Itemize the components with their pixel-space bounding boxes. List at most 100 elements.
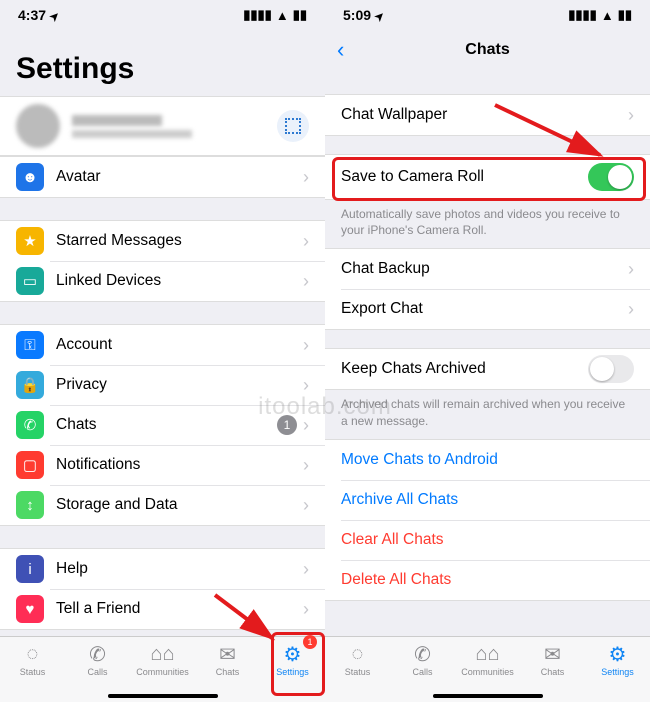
battery-icon: ▮▮ (618, 7, 632, 23)
row-label: Linked Devices (56, 272, 303, 290)
row-label: Avatar (56, 168, 303, 186)
linked-devices-row[interactable]: ▭ Linked Devices › (0, 261, 325, 301)
whatsapp-icon: ✆ (16, 411, 44, 439)
chats-row[interactable]: ✆ Chats 1 › (0, 405, 325, 445)
gear-icon: ⚙ (609, 643, 627, 665)
avatar-icon: ☻ (16, 163, 44, 191)
heart-icon: ♥ (16, 595, 44, 623)
location-icon (375, 7, 384, 23)
tab-bar: ◌Status ✆Calls ⌂⌂Communities ✉Chats ⚙Set… (325, 636, 650, 702)
chevron-icon: › (303, 455, 309, 476)
privacy-row[interactable]: 🔒 Privacy › (0, 365, 325, 405)
settings-screen: 4:37 ▮▮▮▮▲▮▮ Settings ☻ Avatar › ★ Starr… (0, 0, 325, 702)
chat-backup-row[interactable]: Chat Backup › (325, 249, 650, 289)
qr-button[interactable] (277, 110, 309, 142)
chevron-icon: › (303, 559, 309, 580)
chevron-icon: › (303, 167, 309, 188)
chevron-icon: › (303, 271, 309, 292)
gear-icon: ⚙ (284, 643, 302, 665)
keep-description: Archived chats will remain archived when… (325, 390, 650, 438)
chat-wallpaper-row[interactable]: Chat Wallpaper › (325, 95, 650, 135)
battery-icon: ▮▮ (293, 7, 307, 23)
row-label: Chat Backup (341, 260, 628, 278)
status-icon: ◌ (27, 643, 39, 665)
chevron-icon: › (303, 495, 309, 516)
clock: 4:37 (18, 7, 46, 23)
export-chat-row[interactable]: Export Chat › (325, 289, 650, 329)
save-description: Automatically save photos and videos you… (325, 200, 650, 248)
save-camera-roll-row[interactable]: Save to Camera Roll (325, 155, 650, 199)
signal-icon: ▮▮▮▮ (568, 7, 597, 23)
row-label: Notifications (56, 456, 303, 474)
row-label: Save to Camera Roll (341, 168, 588, 186)
star-icon: ★ (16, 227, 44, 255)
chats-settings-screen: 5:09 ▮▮▮▮ ▲ ▮▮ ‹ Chats Chat Wallpaper › Sa… (325, 0, 650, 702)
tab-bar: ◌Status ✆Calls ⌂⌂Communities ✉Chats ⚙Set… (0, 636, 325, 702)
avatar-row[interactable]: ☻ Avatar › (0, 157, 325, 197)
save-toggle[interactable] (588, 163, 634, 191)
communities-icon: ⌂⌂ (150, 643, 174, 665)
wifi-icon: ▲ (601, 8, 614, 23)
keep-archived-row[interactable]: Keep Chats Archived (325, 349, 650, 389)
row-label: Chat Wallpaper (341, 106, 628, 124)
nav-title: Chats (465, 41, 509, 59)
clock: 5:09 (343, 7, 371, 23)
row-label: Move Chats to Android (341, 451, 634, 469)
key-icon: ⚿ (16, 331, 44, 359)
archive-all-row[interactable]: Archive All Chats (325, 480, 650, 520)
chats-badge: 1 (277, 415, 297, 435)
tab-status[interactable]: ◌Status (5, 643, 61, 702)
info-icon: i (16, 555, 44, 583)
communities-icon: ⌂⌂ (475, 643, 499, 665)
storage-icon: ↕ (16, 491, 44, 519)
phone-icon: ✆ (414, 643, 431, 665)
storage-row[interactable]: ↕ Storage and Data › (0, 485, 325, 525)
lock-icon: 🔒 (16, 371, 44, 399)
notifications-row[interactable]: ▢ Notifications › (0, 445, 325, 485)
row-label: Privacy (56, 376, 303, 394)
clear-all-row[interactable]: Clear All Chats (325, 520, 650, 560)
tab-settings[interactable]: ⚙Settings1 (265, 643, 321, 702)
row-label: Keep Chats Archived (341, 360, 588, 378)
row-label: Export Chat (341, 300, 628, 318)
notifications-icon: ▢ (16, 451, 44, 479)
row-label: Account (56, 336, 303, 354)
chevron-icon: › (303, 335, 309, 356)
row-label: Storage and Data (56, 496, 303, 514)
tab-status[interactable]: ◌Status (330, 643, 386, 702)
starred-messages-row[interactable]: ★ Starred Messages › (0, 221, 325, 261)
badge: 1 (303, 635, 317, 649)
help-row[interactable]: i Help › (0, 549, 325, 589)
chevron-icon: › (628, 105, 634, 126)
chevron-icon: › (628, 259, 634, 280)
tell-friend-row[interactable]: ♥ Tell a Friend › (0, 589, 325, 629)
location-icon (50, 7, 59, 23)
row-label: Tell a Friend (56, 600, 303, 618)
home-indicator[interactable] (108, 694, 218, 698)
nav-bar: ‹ Chats (325, 30, 650, 70)
chevron-icon: › (303, 415, 309, 436)
chevron-icon: › (303, 231, 309, 252)
status-icons: ▮▮▮▮ ▲ ▮▮ (568, 7, 632, 23)
home-indicator[interactable] (433, 694, 543, 698)
status-bar: 5:09 ▮▮▮▮ ▲ ▮▮ (325, 0, 650, 30)
chevron-icon: › (303, 375, 309, 396)
phone-icon: ✆ (89, 643, 106, 665)
chats-icon: ✉ (219, 643, 236, 665)
account-row[interactable]: ⚿ Account › (0, 325, 325, 365)
row-label: Help (56, 560, 303, 578)
chats-icon: ✉ (544, 643, 561, 665)
move-chats-row[interactable]: Move Chats to Android (325, 440, 650, 480)
wifi-icon: ▲ (276, 8, 289, 23)
back-button[interactable]: ‹ (337, 37, 344, 63)
signal-icon: ▮▮▮▮ (243, 7, 272, 23)
row-label: Clear All Chats (341, 531, 634, 549)
row-label: Delete All Chats (341, 571, 634, 589)
keep-toggle[interactable] (588, 355, 634, 383)
devices-icon: ▭ (16, 267, 44, 295)
status-bar: 4:37 ▮▮▮▮ ▲ ▮▮ (0, 0, 325, 30)
row-label: Starred Messages (56, 232, 303, 250)
delete-all-row[interactable]: Delete All Chats (325, 560, 650, 600)
profile-row[interactable] (0, 96, 325, 156)
tab-settings[interactable]: ⚙Settings (590, 643, 646, 702)
